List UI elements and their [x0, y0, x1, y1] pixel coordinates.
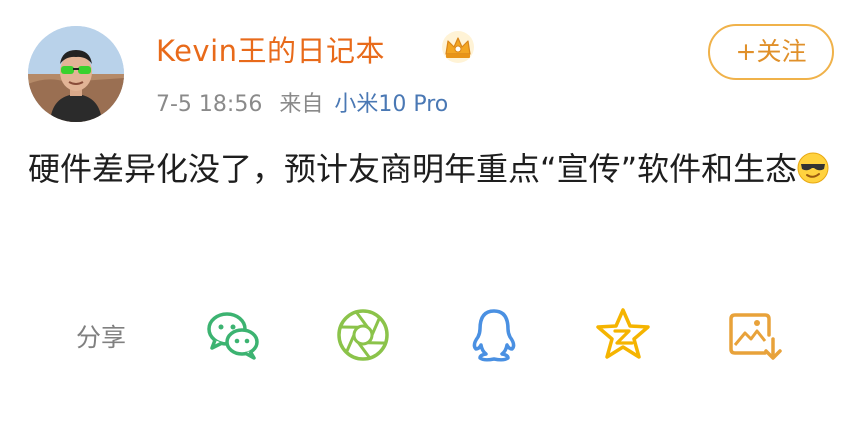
source-link[interactable]: 小米10 Pro — [334, 92, 448, 117]
username[interactable]: Kevin王的日记本 — [156, 28, 385, 70]
share-label: 分享 — [76, 323, 127, 352]
qq-icon[interactable] — [464, 305, 524, 365]
post-content: 硬件差异化没了，预计友商明年重点“宣传”软件和生态 — [28, 142, 838, 197]
avatar-image — [28, 26, 124, 122]
avatar[interactable] — [28, 26, 124, 122]
save-image-icon[interactable] — [723, 305, 783, 365]
moments-icon[interactable] — [333, 305, 393, 365]
from-label: 来自 — [279, 92, 324, 117]
qzone-icon[interactable] — [593, 305, 653, 365]
post-meta: 7-5 18:56 来自 小米10 Pro — [156, 86, 448, 118]
crown-icon — [442, 31, 474, 63]
follow-button[interactable]: +关注 — [708, 24, 834, 80]
cool-emoji-icon — [797, 152, 829, 184]
post-text: 硬件差异化没了，预计友商明年重点“宣传”软件和生态 — [28, 150, 798, 188]
wechat-icon[interactable] — [203, 305, 263, 365]
timestamp: 7-5 18:56 — [156, 92, 263, 117]
